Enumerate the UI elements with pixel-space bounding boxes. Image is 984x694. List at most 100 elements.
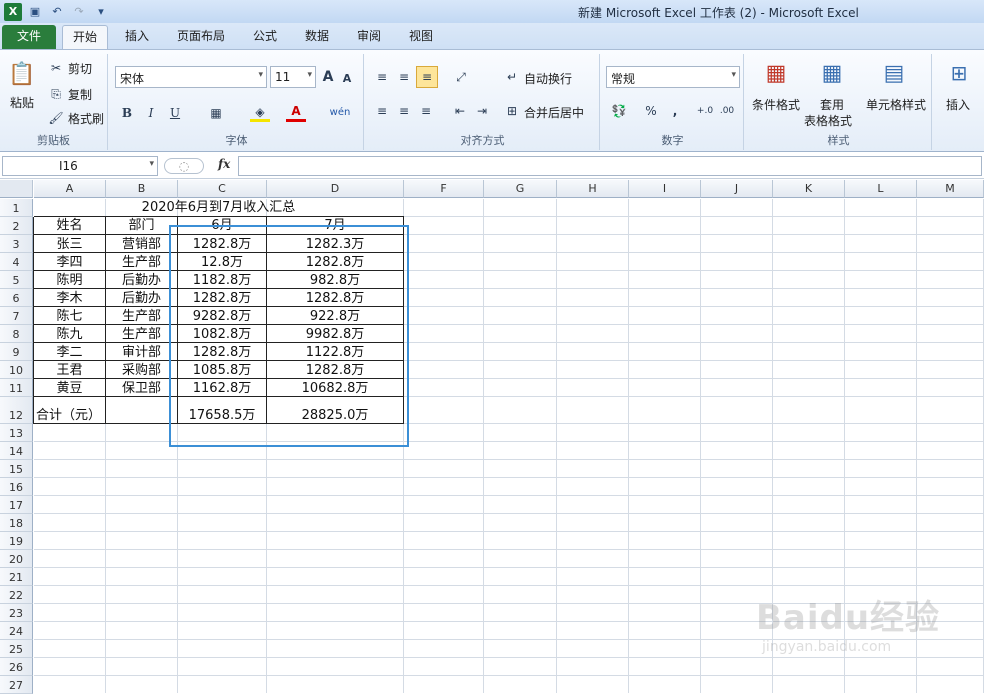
tab-page-layout[interactable]: 页面布局 xyxy=(170,25,232,49)
header-name[interactable]: 姓名 xyxy=(34,217,105,234)
row-header-20[interactable]: 20 xyxy=(0,550,33,568)
insert-cells-button[interactable]: 插入 xyxy=(946,96,970,113)
row-header-16[interactable]: 16 xyxy=(0,478,33,496)
underline-button[interactable]: U xyxy=(166,104,184,122)
cell-name[interactable]: 黄豆 xyxy=(34,379,105,397)
italic-button[interactable]: I xyxy=(142,104,160,122)
name-box[interactable]: I16 xyxy=(2,156,158,176)
font-size-select[interactable]: 11 xyxy=(270,66,316,88)
cell-june[interactable]: 1162.8万 xyxy=(178,379,266,397)
formula-input[interactable] xyxy=(238,156,982,176)
row-header-21[interactable]: 21 xyxy=(0,568,33,586)
shrink-font-icon[interactable]: A xyxy=(340,70,354,86)
column-header-j[interactable]: J xyxy=(701,180,773,198)
format-as-table-button[interactable]: 套用 xyxy=(820,96,844,113)
insert-function-icon[interactable]: fx xyxy=(218,157,230,171)
font-color-icon[interactable]: A xyxy=(286,102,306,122)
undo-icon[interactable]: ↶ xyxy=(48,3,66,21)
number-format-select[interactable]: 常规 xyxy=(606,66,740,88)
column-header-f[interactable]: F xyxy=(404,180,484,198)
border-icon[interactable]: ▦ xyxy=(206,104,226,122)
cell-july[interactable]: 10682.8万 xyxy=(267,379,403,397)
align-middle-icon[interactable]: ≡ xyxy=(394,68,414,86)
merge-center-button[interactable]: 合并后居中 xyxy=(524,104,584,121)
row-header-17[interactable]: 17 xyxy=(0,496,33,514)
row-header-25[interactable]: 25 xyxy=(0,640,33,658)
comma-button[interactable]: , xyxy=(668,102,682,120)
total-dept[interactable] xyxy=(106,397,177,424)
row-header-5[interactable]: 5 xyxy=(0,271,33,289)
align-center-icon[interactable]: ≡ xyxy=(394,102,414,120)
row-header-12[interactable]: 12 xyxy=(0,397,33,424)
row-header-7[interactable]: 7 xyxy=(0,307,33,325)
customize-quick-access-icon[interactable]: ▾ xyxy=(92,3,110,21)
column-header-a[interactable]: A xyxy=(34,180,106,198)
tab-formulas[interactable]: 公式 xyxy=(246,25,284,49)
column-header-l[interactable]: L xyxy=(845,180,917,198)
grow-font-icon[interactable]: A xyxy=(320,68,336,86)
header-dept[interactable]: 部门 xyxy=(106,217,177,234)
cell-styles-button[interactable]: 单元格样式 xyxy=(866,96,926,113)
row-header-18[interactable]: 18 xyxy=(0,514,33,532)
tab-data[interactable]: 数据 xyxy=(298,25,336,49)
row-header-13[interactable]: 13 xyxy=(0,424,33,442)
total-july[interactable]: 28825.0万 xyxy=(267,397,403,424)
column-header-i[interactable]: I xyxy=(629,180,701,198)
row-header-26[interactable]: 26 xyxy=(0,658,33,676)
increase-indent-icon[interactable]: ⇥ xyxy=(472,102,492,120)
paste-icon[interactable]: 📋 xyxy=(8,58,36,90)
row-header-1[interactable]: 1 xyxy=(0,199,33,217)
row-header-22[interactable]: 22 xyxy=(0,586,33,604)
row-header-10[interactable]: 10 xyxy=(0,361,33,379)
align-left-icon[interactable]: ≡ xyxy=(372,102,392,120)
column-header-g[interactable]: G xyxy=(484,180,557,198)
conditional-format-button[interactable]: 条件格式 xyxy=(752,96,800,113)
column-header-h[interactable]: H xyxy=(557,180,629,198)
format-painter-button[interactable]: 格式刷 xyxy=(68,110,104,127)
decrease-decimal-button[interactable]: .00 xyxy=(716,102,738,120)
tab-review[interactable]: 审阅 xyxy=(350,25,388,49)
currency-icon[interactable]: 💱 xyxy=(608,102,630,120)
total-name[interactable]: 合计（元） xyxy=(34,397,105,424)
cell-dept[interactable]: 保卫部 xyxy=(106,379,177,397)
tab-view[interactable]: 视图 xyxy=(402,25,440,49)
column-header-k[interactable]: K xyxy=(773,180,845,198)
header-july[interactable]: 7月 xyxy=(267,217,403,234)
percent-button[interactable]: % xyxy=(642,102,660,120)
copy-button[interactable]: 复制 xyxy=(68,86,92,103)
row-header-19[interactable]: 19 xyxy=(0,532,33,550)
row-header-3[interactable]: 3 xyxy=(0,235,33,253)
tab-insert[interactable]: 插入 xyxy=(118,25,156,49)
row-header-9[interactable]: 9 xyxy=(0,343,33,361)
tab-file[interactable]: 文件 xyxy=(2,25,56,49)
fill-color-icon[interactable]: ◈ xyxy=(250,104,270,122)
row-header-14[interactable]: 14 xyxy=(0,442,33,460)
redo-icon[interactable]: ↷ xyxy=(70,3,88,21)
row-header-23[interactable]: 23 xyxy=(0,604,33,622)
row-header-15[interactable]: 15 xyxy=(0,460,33,478)
formula-bar-toggle[interactable]: ◌ xyxy=(164,158,204,174)
row-header-8[interactable]: 8 xyxy=(0,325,33,343)
phonetic-guide-icon[interactable]: wén xyxy=(328,102,352,122)
total-june[interactable]: 17658.5万 xyxy=(178,397,266,424)
align-top-icon[interactable]: ≡ xyxy=(372,68,392,86)
row-header-2[interactable]: 2 xyxy=(0,217,33,235)
row-header-27[interactable]: 27 xyxy=(0,676,33,694)
paste-button[interactable]: 粘贴 xyxy=(10,94,34,111)
font-name-select[interactable]: 宋体 xyxy=(115,66,267,88)
align-right-icon[interactable]: ≡ xyxy=(416,102,436,120)
save-icon[interactable]: ▣ xyxy=(26,3,44,21)
row-header-24[interactable]: 24 xyxy=(0,622,33,640)
header-june[interactable]: 6月 xyxy=(178,217,266,234)
row-header-6[interactable]: 6 xyxy=(0,289,33,307)
increase-decimal-button[interactable]: +.0 xyxy=(694,102,716,120)
decrease-indent-icon[interactable]: ⇤ xyxy=(450,102,470,120)
row-header-4[interactable]: 4 xyxy=(0,253,33,271)
cut-button[interactable]: 剪切 xyxy=(68,60,92,77)
tab-home[interactable]: 开始 xyxy=(62,25,108,49)
orientation-icon[interactable]: ⤢ xyxy=(450,68,472,86)
row-header-11[interactable]: 11 xyxy=(0,379,33,397)
excel-app-icon[interactable]: X xyxy=(4,2,22,21)
align-bottom-icon[interactable]: ≡ xyxy=(416,66,438,88)
select-all-corner[interactable] xyxy=(0,180,33,198)
